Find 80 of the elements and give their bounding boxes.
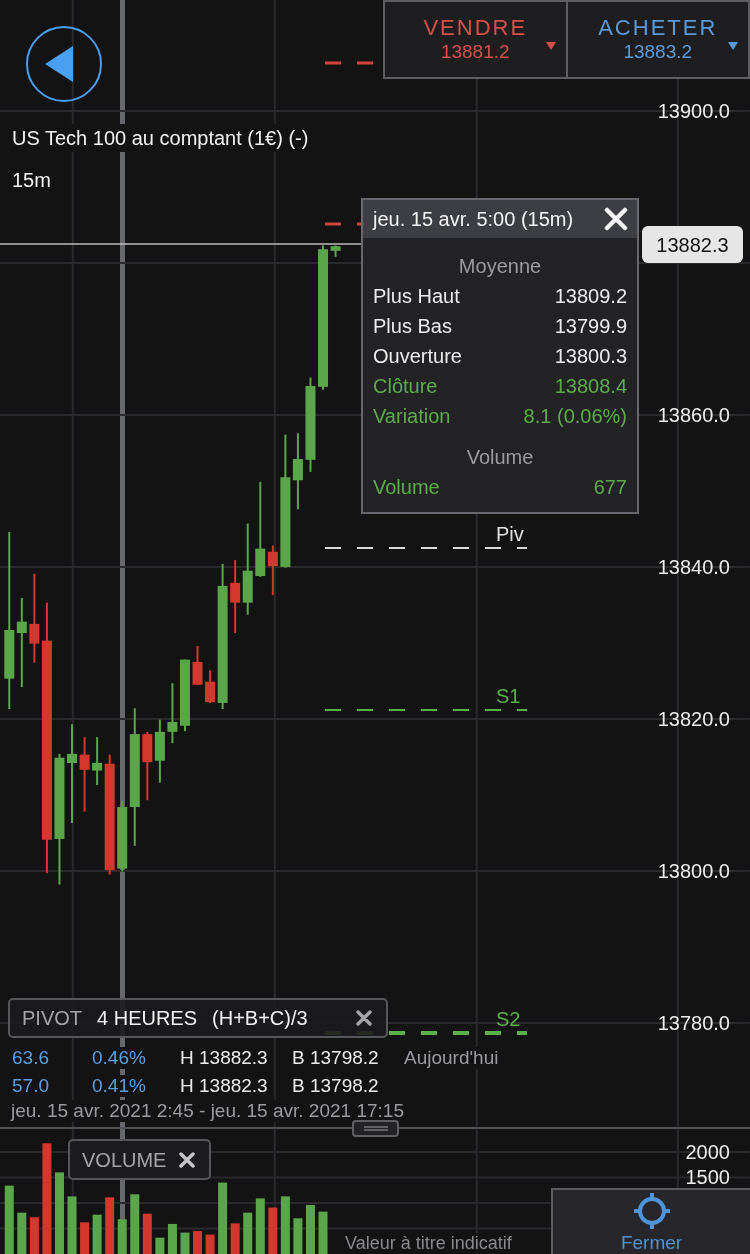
instrument-title: US Tech 100 au comptant (1€) (-): [12, 124, 309, 152]
left-triangle-icon: [45, 46, 73, 82]
date-range: jeu. 15 avr. 2021 2:45 - jeu. 15 avr. 2021 17:15: [11, 1100, 404, 1122]
stat-label: Clôture: [373, 374, 438, 398]
tooltip-title: jeu. 15 avr. 5:00 (15m): [373, 207, 574, 231]
stat-value: 13808.4: [554, 374, 627, 398]
y-axis-label: 13820.0: [657, 706, 730, 731]
stat-label: Volume: [373, 475, 440, 499]
stat-value: 13799.9: [554, 314, 627, 338]
stat-value: 13809.2: [554, 284, 627, 308]
candle: [142, 730, 153, 802]
volume-bar: [155, 1237, 165, 1254]
crosshair-icon: [633, 1193, 670, 1229]
back-button[interactable]: [26, 26, 102, 102]
sell-button[interactable]: VENDRE 13881.2: [385, 2, 566, 77]
stat-value: 8.1 (0.06%): [523, 404, 627, 428]
disclaimer-text: Valeur à titre indicatif: [345, 1233, 512, 1253]
close-icon[interactable]: [356, 1010, 372, 1026]
stat-label: Plus Bas: [373, 314, 452, 338]
pivot-line: [325, 61, 373, 65]
volume-bar: [117, 1219, 127, 1254]
volume-bar: [17, 1212, 27, 1254]
volume-bar: [130, 1194, 140, 1254]
legend-formula: (H+B+C)/3: [212, 1006, 308, 1031]
candle: [167, 682, 178, 745]
volume-bar: [105, 1197, 115, 1254]
caret-icon[interactable]: [728, 42, 738, 50]
volume-bar: [30, 1217, 40, 1254]
candle: [155, 718, 166, 784]
stat-label: Ouverture: [373, 344, 462, 368]
volume-bar: [143, 1213, 152, 1254]
legend-percent: 0.41%: [92, 1075, 146, 1097]
volume-bar: [281, 1196, 291, 1254]
volume-bar: [230, 1223, 240, 1254]
pivot-line: [325, 222, 361, 226]
volume-bar: [193, 1231, 203, 1254]
stat-label: Variation: [373, 404, 451, 428]
volume-bar: [306, 1205, 316, 1254]
volume-bar: [67, 1196, 77, 1254]
legend-period: 4 HEURES: [97, 1006, 198, 1031]
close-icon[interactable]: [179, 1151, 196, 1168]
volume-bar: [255, 1198, 265, 1254]
stat-value: 677: [593, 475, 627, 499]
legend-name: VOLUME: [82, 1147, 167, 1173]
caret-icon[interactable]: [545, 42, 556, 50]
volume-bar: [168, 1223, 178, 1254]
legend-percent: 0.46%: [92, 1047, 146, 1069]
y-axis-label: 13800.0: [657, 858, 730, 883]
pivot-line-label: S2: [496, 1008, 521, 1030]
pivot-line-label: S1: [496, 685, 521, 707]
volume-bar: [180, 1232, 190, 1254]
y-axis-label: 13840.0: [657, 554, 730, 579]
volume-bar: [243, 1212, 253, 1254]
pivot-line-label: Piv: [496, 523, 524, 545]
y-axis-label: 13860.0: [657, 402, 730, 427]
candle: [268, 544, 278, 597]
stat-value: 13800.3: [554, 344, 627, 368]
y-axis-label: 1500: [685, 1167, 730, 1188]
close-button[interactable]: Fermer: [551, 1188, 750, 1254]
volume-bar: [293, 1218, 303, 1254]
legend-name: PIVOT: [22, 1006, 82, 1031]
volume-bar: [218, 1182, 228, 1254]
grip-icon: [363, 1126, 388, 1131]
volume-bar: [92, 1214, 102, 1254]
section-heading: Moyenne: [458, 254, 542, 279]
y-axis-label: 2000: [685, 1141, 730, 1162]
volume-bar: [268, 1207, 278, 1254]
y-axis-label: 13900.0: [657, 98, 730, 123]
volume-bar: [80, 1222, 90, 1254]
buy-button[interactable]: ACHETER 13883.2: [565, 2, 748, 77]
crosshair-price-tag: 13882.3: [642, 226, 743, 263]
volume-bar: [205, 1234, 215, 1254]
volume-bar: [4, 1185, 14, 1254]
section-heading: Volume: [466, 445, 534, 470]
volume-bar: [318, 1211, 328, 1254]
legend-note: Aujourd'hui: [404, 1047, 499, 1069]
timeframe-label: 15m: [12, 168, 51, 193]
stat-label: Plus Haut: [373, 284, 460, 308]
resize-handle[interactable]: [352, 1120, 399, 1137]
y-axis-label: 13780.0: [657, 1010, 730, 1035]
